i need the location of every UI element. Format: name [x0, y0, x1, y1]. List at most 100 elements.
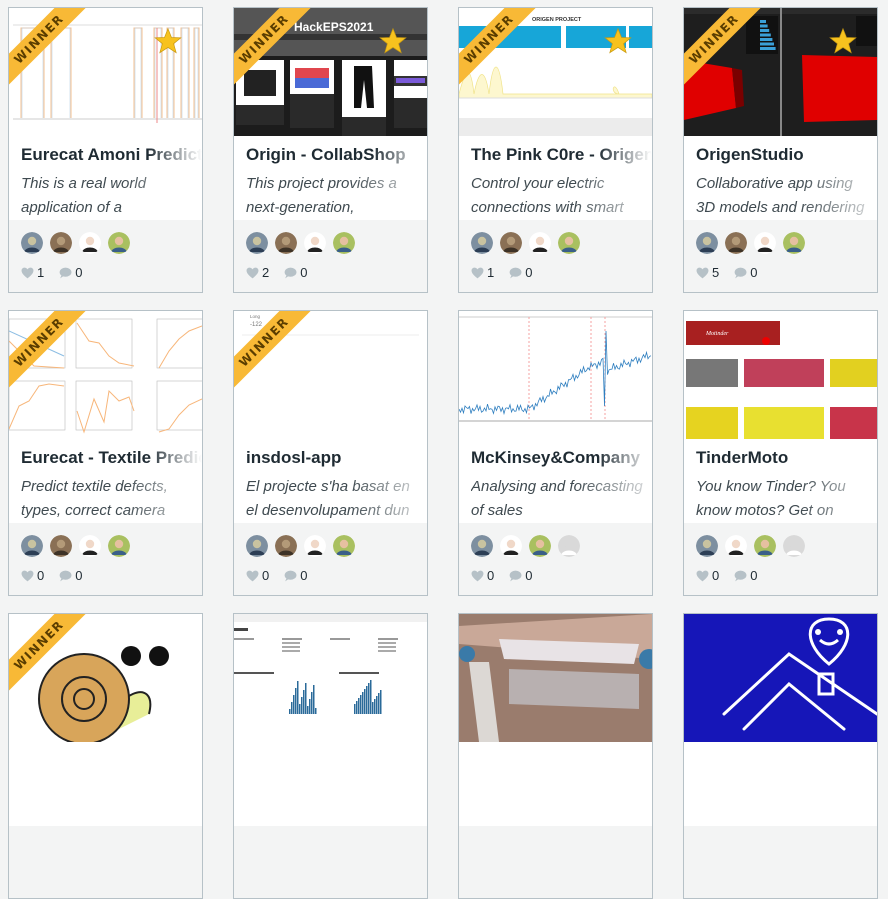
project-footer	[234, 826, 427, 898]
comment-icon	[59, 267, 72, 278]
avatar[interactable]	[50, 232, 72, 254]
project-card-11[interactable]	[458, 613, 653, 899]
avatar[interactable]	[304, 535, 326, 557]
avatar[interactable]	[275, 232, 297, 254]
likes-count: 5	[712, 265, 720, 280]
avatar[interactable]	[754, 232, 776, 254]
avatar[interactable]	[50, 535, 72, 557]
project-card-5[interactable]: Eurecat - Textile Prediction Predict tex…	[8, 310, 203, 596]
project-card-9[interactable]: WINNER	[8, 613, 203, 899]
likes-count: 0	[712, 568, 720, 583]
project-card-7[interactable]: McKinsey&Company Analysing and forecasti…	[458, 310, 653, 596]
project-title[interactable]: OrigenStudio	[696, 145, 877, 165]
avatar[interactable]	[529, 232, 551, 254]
comments[interactable]: 0	[733, 568, 757, 583]
project-title[interactable]: TinderMoto	[696, 448, 877, 468]
project-thumbnail[interactable]	[684, 614, 877, 742]
project-card-4[interactable]: OrigenStudio Collaborative app using 3D …	[683, 7, 878, 293]
likes[interactable]: 0	[21, 568, 44, 583]
comments[interactable]: 0	[58, 265, 82, 280]
project-title[interactable]: insdosl-app	[246, 448, 427, 468]
avatar[interactable]	[275, 535, 297, 557]
project-card-1[interactable]: Eurecat Amoni Prediction This is a real …	[8, 7, 203, 293]
likes-count: 0	[262, 568, 270, 583]
avatar[interactable]	[754, 535, 776, 557]
project-thumbnail[interactable]	[234, 614, 427, 742]
project-card-10[interactable]	[233, 613, 428, 899]
likes[interactable]: 1	[471, 265, 494, 280]
star-icon	[154, 27, 182, 55]
project-card-8[interactable]: Motinder TinderMoto You know Tinder? You…	[683, 310, 878, 596]
likes[interactable]: 2	[246, 265, 269, 280]
comments-count: 0	[75, 265, 83, 280]
project-stats: 0 0	[696, 568, 771, 583]
comment-icon	[59, 570, 72, 581]
avatar[interactable]	[246, 232, 268, 254]
avatar[interactable]	[558, 232, 580, 254]
project-title[interactable]: Origin - CollabShop	[246, 145, 427, 165]
project-card-3[interactable]: ORIGEN PROJECT The Pink C0re - Origen Co…	[458, 7, 653, 293]
avatar[interactable]	[725, 232, 747, 254]
likes[interactable]: 0	[696, 568, 719, 583]
avatar[interactable]	[21, 232, 43, 254]
likes[interactable]: 5	[696, 265, 719, 280]
avatar[interactable]	[725, 535, 747, 557]
project-title[interactable]: McKinsey&Company	[471, 448, 652, 468]
likes[interactable]: 0	[471, 568, 494, 583]
project-card-6[interactable]: Long -122 insdosl-app El projecte s'ha b…	[233, 310, 428, 596]
avatar[interactable]	[79, 535, 101, 557]
project-footer: 5 0	[684, 220, 877, 292]
avatar[interactable]	[333, 535, 355, 557]
default-avatar[interactable]	[558, 535, 580, 557]
comments[interactable]: 0	[508, 265, 532, 280]
avatar[interactable]	[246, 535, 268, 557]
project-description: Analysing and forecasting of sales	[471, 478, 643, 519]
comments[interactable]: 0	[508, 568, 532, 583]
comment-icon	[509, 570, 522, 581]
avatar[interactable]	[333, 232, 355, 254]
project-info	[459, 742, 652, 826]
comments[interactable]: 0	[733, 265, 757, 280]
avatar[interactable]	[108, 535, 130, 557]
svg-text:HackEPS2021: HackEPS2021	[294, 20, 374, 34]
likes-count: 2	[262, 265, 270, 280]
project-description: El projecte s'ha basat en el desenvolupa…	[246, 478, 410, 519]
avatar[interactable]	[696, 535, 718, 557]
avatar[interactable]	[500, 535, 522, 557]
avatar[interactable]	[500, 232, 522, 254]
avatar[interactable]	[529, 535, 551, 557]
comments[interactable]: 0	[283, 568, 307, 583]
avatar[interactable]	[471, 535, 493, 557]
avatar[interactable]	[696, 232, 718, 254]
comments[interactable]: 0	[283, 265, 307, 280]
likes[interactable]: 1	[21, 265, 44, 280]
likes-count: 1	[37, 265, 45, 280]
project-thumbnail[interactable]: Motinder	[684, 311, 877, 439]
project-title[interactable]: Eurecat Amoni Prediction	[21, 145, 202, 165]
comments-count: 0	[525, 265, 533, 280]
project-card-2[interactable]: HackEPS2021 Origin - CollabShop This pro…	[233, 7, 428, 293]
project-description	[696, 778, 868, 826]
comments[interactable]: 0	[58, 568, 82, 583]
project-thumbnail[interactable]	[459, 311, 652, 439]
default-avatar[interactable]	[783, 535, 805, 557]
svg-text:Long: Long	[250, 314, 261, 319]
avatar[interactable]	[783, 232, 805, 254]
avatar[interactable]	[304, 232, 326, 254]
comments-count: 0	[75, 568, 83, 583]
mesh-thumbnail-image	[459, 614, 652, 742]
project-info: Origin - CollabShop This project provide…	[234, 136, 427, 220]
heart-icon	[21, 570, 34, 581]
likes[interactable]: 0	[246, 568, 269, 583]
project-thumbnail[interactable]	[459, 614, 652, 742]
project-description: Control your electric connections with s…	[471, 175, 624, 216]
avatar[interactable]	[108, 232, 130, 254]
project-title[interactable]: Eurecat - Textile Prediction	[21, 448, 202, 468]
team-avatars	[696, 535, 805, 557]
project-gallery: Eurecat Amoni Prediction This is a real …	[8, 7, 878, 899]
project-title[interactable]: The Pink C0re - Origen	[471, 145, 652, 165]
avatar[interactable]	[21, 535, 43, 557]
avatar[interactable]	[471, 232, 493, 254]
avatar[interactable]	[79, 232, 101, 254]
project-card-12[interactable]	[683, 613, 878, 899]
